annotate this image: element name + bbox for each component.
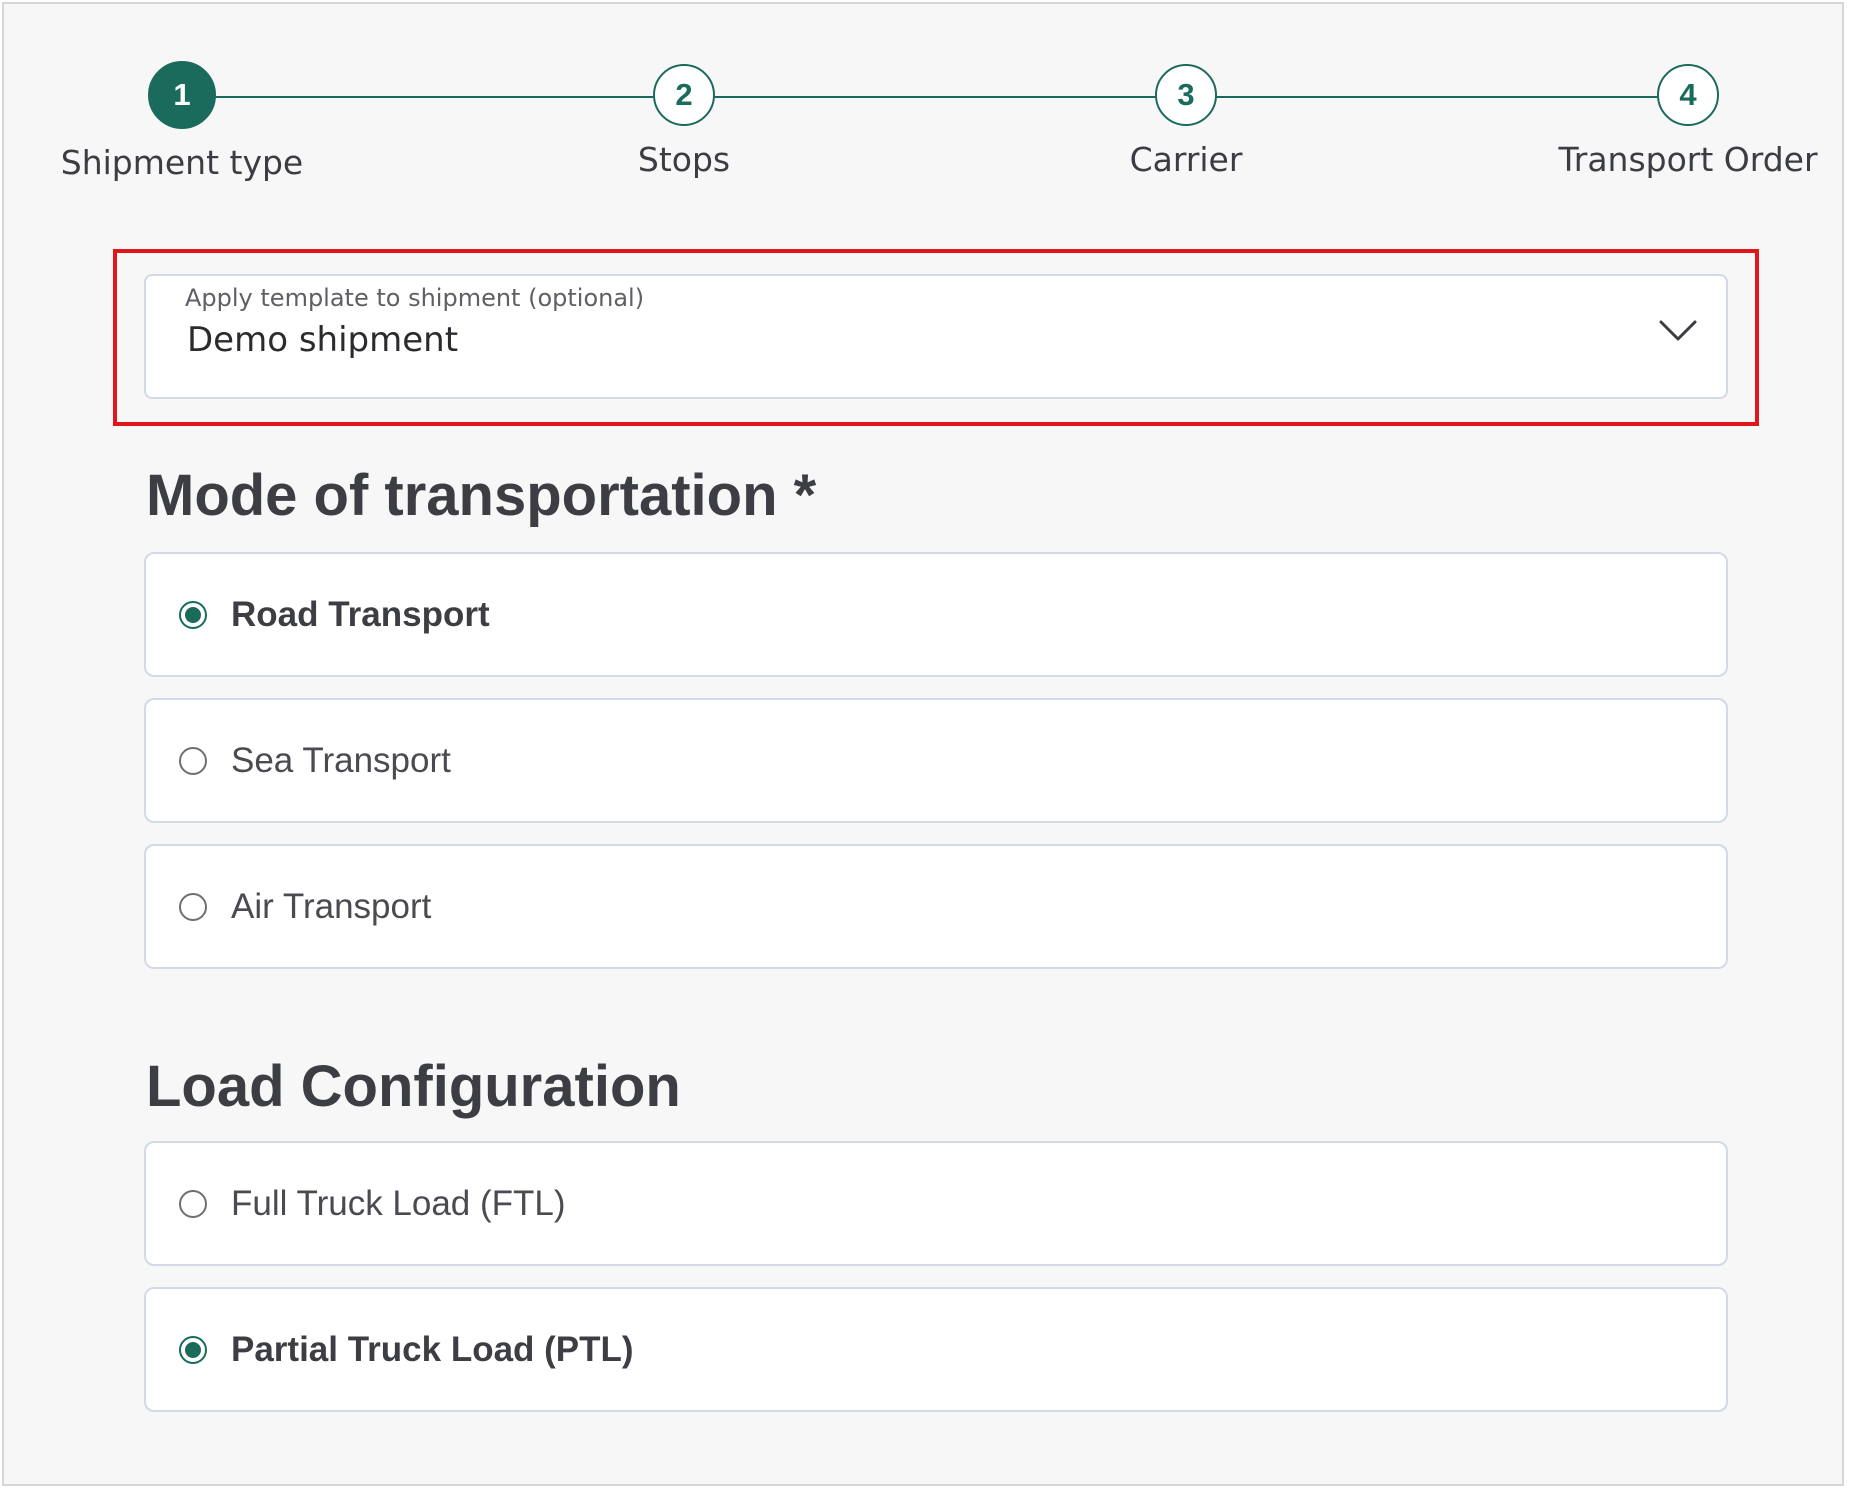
radio-button-checked[interactable]	[179, 600, 207, 629]
page-frame: 1 Shipment type 2 Stops 3 Carrier 4 Tran…	[2, 2, 1844, 1486]
chevron-down-icon[interactable]	[1658, 318, 1698, 344]
step-number-badge: 4	[1657, 64, 1719, 126]
option-partial-truck-load[interactable]: Partial Truck Load (PTL)	[144, 1287, 1728, 1412]
load-configuration-heading: Load Configuration	[146, 1054, 681, 1119]
option-label: Air Transport	[231, 886, 432, 926]
radio-button[interactable]	[179, 892, 207, 921]
step-number-badge: 1	[148, 61, 216, 129]
option-full-truck-load[interactable]: Full Truck Load (FTL)	[144, 1141, 1728, 1266]
option-label: Full Truck Load (FTL)	[231, 1183, 566, 1223]
option-label: Road Transport	[231, 594, 490, 634]
step-carrier[interactable]: 3 Carrier	[1036, 64, 1336, 179]
step-number-badge: 2	[653, 64, 715, 126]
radio-button[interactable]	[179, 746, 207, 775]
step-stops[interactable]: 2 Stops	[534, 64, 834, 179]
option-air-transport[interactable]: Air Transport	[144, 844, 1728, 969]
option-label: Partial Truck Load (PTL)	[231, 1329, 634, 1369]
step-shipment-type[interactable]: 1 Shipment type	[32, 61, 332, 182]
option-road-transport[interactable]: Road Transport	[144, 552, 1728, 677]
mode-of-transportation-heading: Mode of transportation *	[146, 463, 817, 528]
step-label: Carrier	[1129, 140, 1243, 179]
option-label: Sea Transport	[231, 740, 451, 780]
step-transport-order[interactable]: 4 Transport Order	[1538, 64, 1838, 179]
step-label: Transport Order	[1558, 140, 1818, 179]
template-select-label: Apply template to shipment (optional)	[185, 284, 645, 312]
radio-button[interactable]	[179, 1189, 207, 1218]
option-sea-transport[interactable]: Sea Transport	[144, 698, 1728, 823]
radio-button-checked[interactable]	[179, 1335, 207, 1364]
step-number-badge: 3	[1155, 64, 1217, 126]
template-select[interactable]: Apply template to shipment (optional) De…	[144, 274, 1728, 399]
template-select-value: Demo shipment	[187, 320, 459, 360]
step-label: Stops	[637, 140, 731, 179]
stepper-connector-line	[184, 96, 1689, 98]
step-label: Shipment type	[60, 143, 304, 182]
